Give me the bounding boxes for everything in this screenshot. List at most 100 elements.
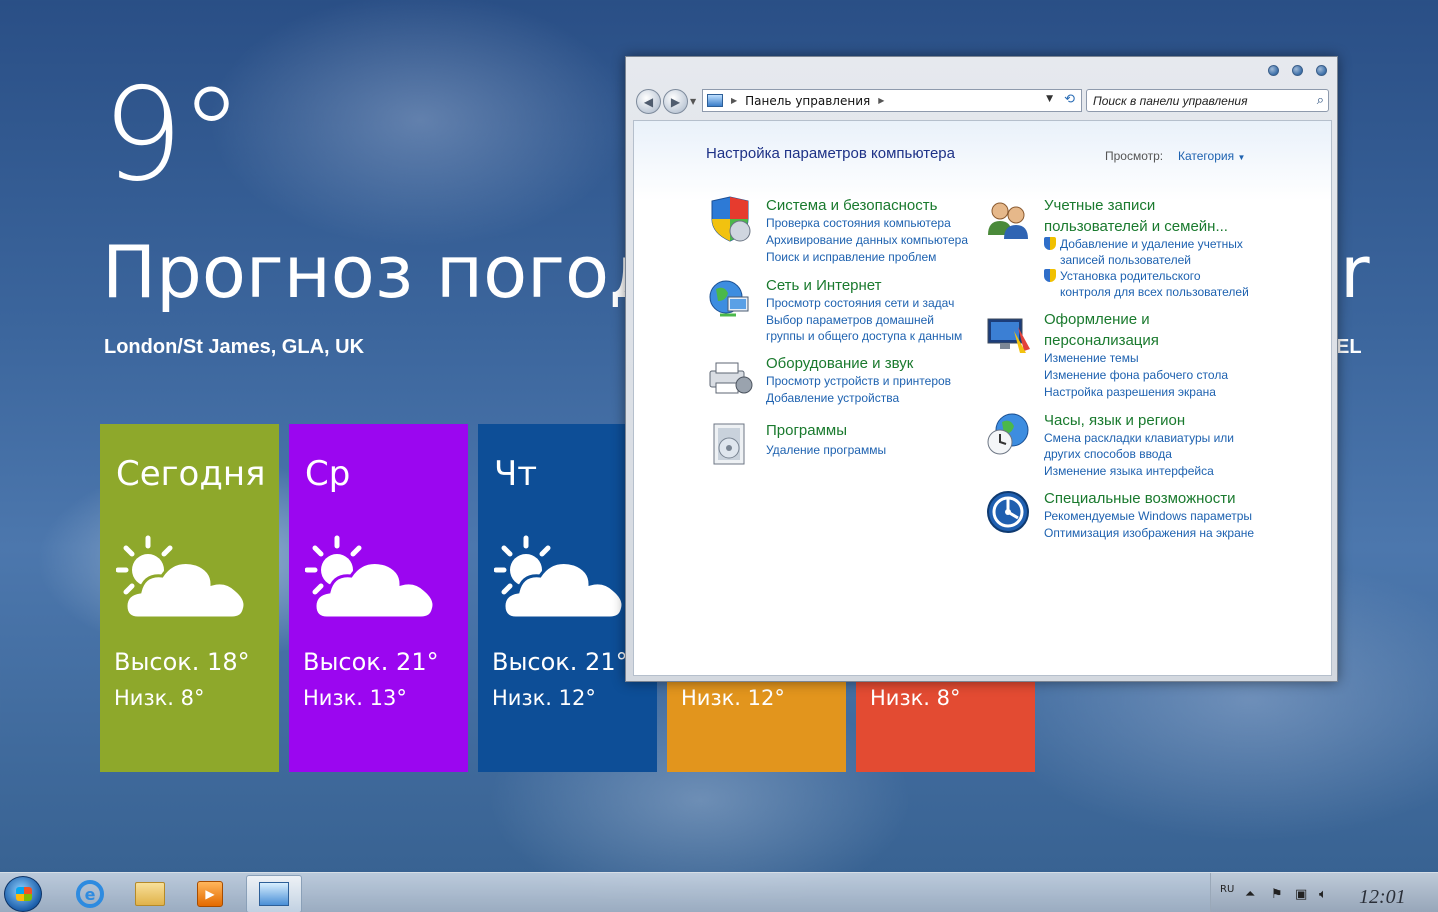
address-dropdown-icon[interactable]: ▼ (1046, 94, 1053, 104)
breadcrumb-control-panel[interactable]: Панель управления (745, 94, 870, 108)
breadcrumb-separator-icon[interactable]: ▶ (731, 96, 737, 105)
link-troubleshoot[interactable]: Поиск и исправление проблем (766, 249, 936, 265)
weather-location-tail: EL (1336, 336, 1362, 358)
category-title[interactable]: Оформление и персонализация (1044, 309, 1159, 351)
control-panel-content: Настройка параметров компьютера Просмотр… (633, 120, 1332, 676)
programs-icon (713, 423, 745, 465)
category-title[interactable]: Программы (766, 420, 847, 441)
category-title[interactable]: Учетные записи пользователей и семейн... (1044, 195, 1228, 237)
forward-button[interactable]: ▶ (663, 89, 688, 114)
link-parental-controls-cont[interactable]: контроля для всех пользователей (1060, 284, 1249, 300)
taskbar-explorer[interactable] (122, 875, 178, 912)
refresh-icon[interactable]: ⟲ (1064, 92, 1075, 107)
link-add-remove-accounts-cont[interactable]: записей пользователей (1060, 252, 1191, 268)
chevron-down-icon: ▼ (1237, 153, 1246, 162)
maximize-button[interactable] (1292, 65, 1303, 76)
weather-location[interactable]: London/St James, GLA, UK (104, 336, 364, 359)
start-button[interactable] (4, 876, 42, 912)
ease-of-access-icon (987, 491, 1029, 533)
control-panel-icon (707, 94, 723, 107)
media-player-icon: ▶ (197, 881, 223, 907)
category-title[interactable]: Сеть и Интернет (766, 275, 882, 296)
breadcrumb-separator-icon[interactable]: ▶ (878, 96, 884, 105)
current-temperature: 9° (102, 61, 243, 210)
minimize-button[interactable] (1268, 65, 1279, 76)
link-change-display-language[interactable]: Изменение языка интерфейса (1044, 463, 1214, 479)
link-devices-printers[interactable]: Просмотр устройств и принтеров (766, 373, 951, 389)
link-parental-controls[interactable]: Установка родительского (1044, 268, 1201, 284)
clock-region-icon (987, 413, 1029, 455)
arrow-right-icon: ▶ (670, 94, 681, 109)
link-recommended-settings[interactable]: Рекомендуемые Windows параметры (1044, 508, 1252, 524)
forecast-low: Низк. 13° (303, 686, 407, 710)
link-add-device[interactable]: Добавление устройства (766, 390, 899, 406)
forecast-low: Низк. 8° (870, 686, 961, 710)
forecast-tile-today[interactable]: Сегодня Высок. 18° Низк. 8° (100, 424, 279, 772)
partly-cloudy-icon (494, 535, 625, 618)
appearance-icon (987, 318, 1030, 353)
category-title[interactable]: Система и безопасность (766, 195, 937, 216)
category-title[interactable]: Оборудование и звук (766, 353, 913, 374)
search-input[interactable]: Поиск в панели управления ⌕ (1086, 89, 1329, 112)
link-add-remove-accounts[interactable]: Добавление и удаление учетных (1044, 236, 1243, 252)
windows-logo-icon (16, 887, 32, 901)
forecast-high: Высок. 18° (114, 648, 250, 676)
partly-cloudy-icon (116, 535, 247, 618)
forecast-day-label: Сегодня (116, 454, 266, 494)
forecast-low: Низк. 8° (114, 686, 205, 710)
taskbar-ie[interactable]: e (62, 875, 118, 912)
volume-icon[interactable]: 🔈︎ (1319, 887, 1327, 902)
action-center-flag-icon[interactable]: ⚑ (1271, 887, 1283, 902)
category-title[interactable]: Часы, язык и регион (1044, 410, 1185, 431)
category-title[interactable]: Специальные возможности (1044, 488, 1236, 509)
network-tray-icon[interactable]: ▣ (1295, 887, 1307, 902)
user-accounts-icon (988, 202, 1028, 239)
link-homegroup-cont[interactable]: группы и общего доступа к данным (766, 328, 962, 344)
show-hidden-icons-icon[interactable]: ⏶ (1245, 887, 1255, 902)
link-screen-resolution[interactable]: Настройка разрешения экрана (1044, 384, 1216, 400)
uac-shield-icon (1044, 237, 1056, 250)
forecast-low: Низк. 12° (681, 686, 785, 710)
taskbar-control-panel[interactable] (246, 875, 302, 912)
system-tray: RU ⏶ ⚑ ▣ 🔈︎ 12:01 (1210, 873, 1438, 912)
view-by-dropdown[interactable]: Категория ▼ (1178, 149, 1245, 163)
link-backup[interactable]: Архивирование данных компьютера (766, 232, 968, 248)
forecast-high: Высок. 21° (492, 648, 628, 676)
close-button[interactable] (1316, 65, 1327, 76)
address-bar[interactable]: ▶ Панель управления ▶ ▼ ⟲ (702, 89, 1082, 112)
window-controls (1268, 65, 1327, 76)
link-network-status[interactable]: Просмотр состояния сети и задач (766, 295, 954, 311)
link-check-status[interactable]: Проверка состояния компьютера (766, 215, 951, 231)
weather-title-tail: r (1340, 230, 1370, 314)
search-icon[interactable]: ⌕ (1317, 92, 1324, 108)
page-title: Настройка параметров компьютера (706, 145, 955, 162)
forecast-day-label: Чт (494, 454, 538, 494)
hardware-sound-icon (709, 362, 753, 394)
link-homegroup[interactable]: Выбор параметров домашней (766, 312, 934, 328)
link-change-background[interactable]: Изменение фона рабочего стола (1044, 367, 1228, 383)
control-panel-icon (259, 882, 289, 906)
link-change-keyboard[interactable]: Смена раскладки клавиатуры или (1044, 430, 1234, 446)
link-change-keyboard-cont[interactable]: других способов ввода (1044, 446, 1172, 462)
folder-icon (135, 882, 165, 906)
uac-shield-icon (1044, 269, 1056, 282)
recent-pages-dropdown[interactable]: ▼ (690, 97, 696, 106)
link-uninstall-program[interactable]: Удаление программы (766, 442, 886, 458)
forecast-low: Низк. 12° (492, 686, 596, 710)
arrow-left-icon: ◀ (643, 94, 654, 109)
language-indicator[interactable]: RU (1220, 884, 1234, 895)
network-icon (709, 280, 749, 317)
control-panel-window[interactable]: ◀ ▶ ▼ ▶ Панель управления ▶ ▼ ⟲ Поиск в … (625, 56, 1338, 682)
partly-cloudy-icon (305, 535, 436, 618)
forecast-day-label: Ср (305, 454, 351, 494)
forecast-tile-wed[interactable]: Ср Высок. 21° Низк. 13° (289, 424, 468, 772)
taskbar-media-player[interactable]: ▶ (182, 875, 238, 912)
internet-explorer-icon: e (76, 880, 104, 908)
weather-app-title: Прогноз погоды (102, 230, 716, 314)
view-by-label: Просмотр: (1105, 149, 1164, 163)
system-security-icon (711, 196, 751, 242)
link-change-theme[interactable]: Изменение темы (1044, 350, 1139, 366)
link-optimize-display[interactable]: Оптимизация изображения на экране (1044, 525, 1254, 541)
back-button[interactable]: ◀ (636, 89, 661, 114)
clock[interactable]: 12:01 (1359, 886, 1406, 909)
